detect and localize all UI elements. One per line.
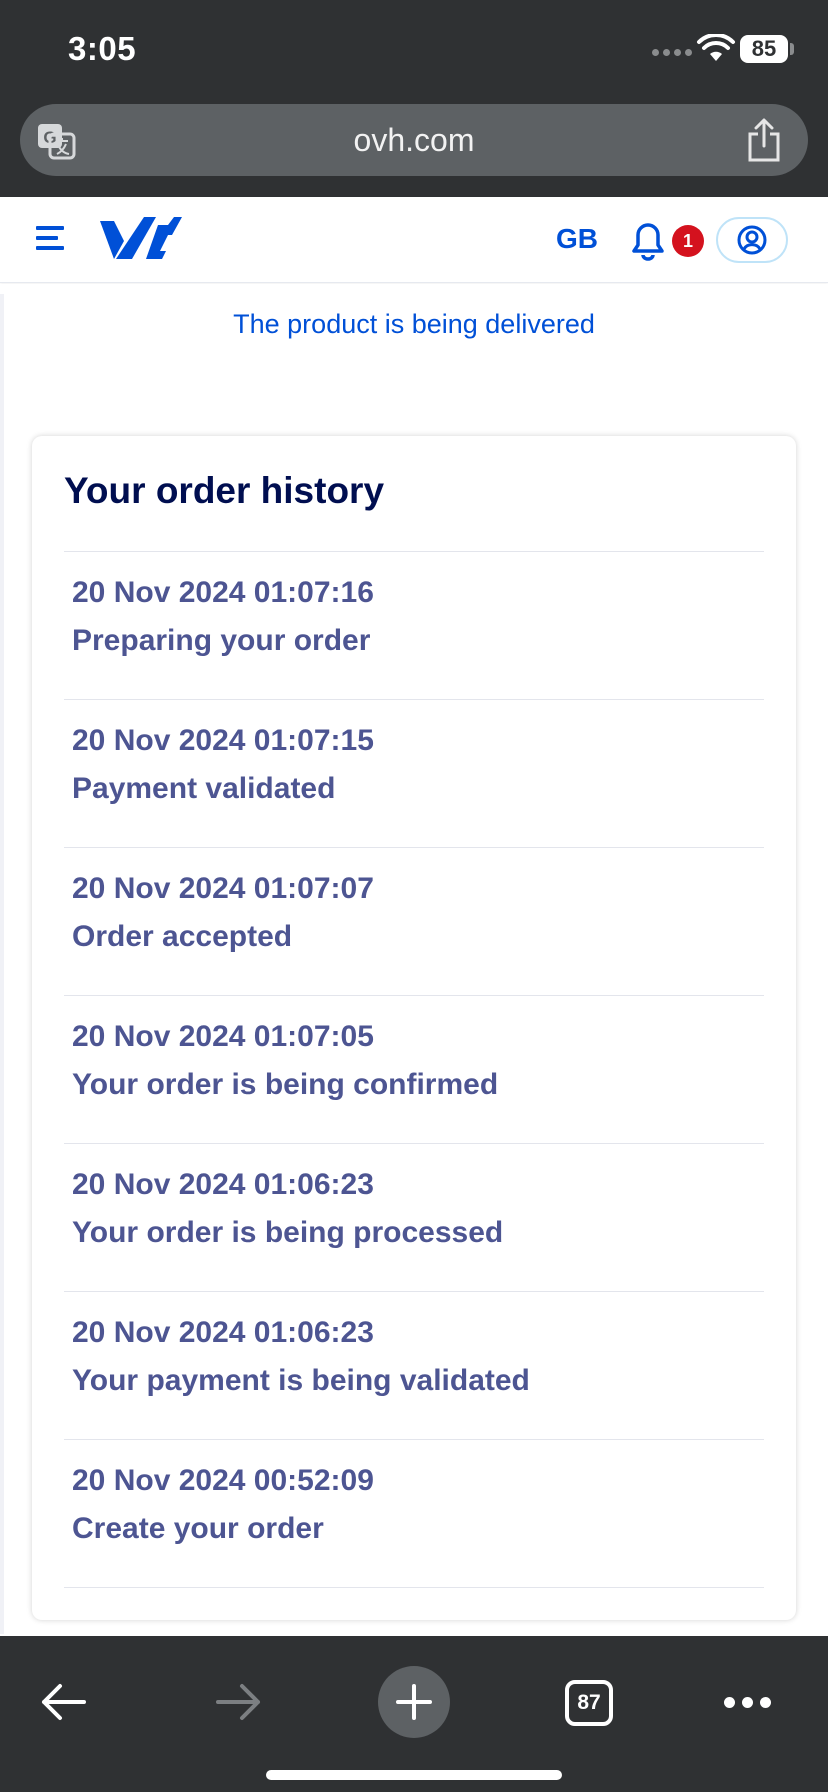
- delivery-status-link[interactable]: The product is being delivered: [0, 309, 828, 340]
- history-date: 20 Nov 2024 01:07:16: [72, 576, 374, 609]
- history-status: Order accepted: [72, 920, 293, 953]
- browser-top-bar: 3:05 85 G ovh.com: [0, 0, 828, 197]
- history-status: Your order is being confirmed: [72, 1068, 499, 1101]
- user-account-icon: [737, 225, 767, 255]
- plus-icon: [396, 1684, 432, 1720]
- history-status: Your order is being processed: [72, 1216, 504, 1249]
- share-icon[interactable]: [746, 118, 782, 162]
- history-item: 20 Nov 2024 00:52:09 Create your order: [64, 1440, 764, 1588]
- order-history-list: 20 Nov 2024 01:07:16 Preparing your orde…: [64, 551, 764, 1588]
- order-history-title: Your order history: [64, 470, 385, 511]
- site-header: GB 1: [0, 197, 828, 283]
- history-status: Preparing your order: [72, 624, 371, 657]
- history-item: 20 Nov 2024 01:07:16 Preparing your orde…: [64, 552, 764, 700]
- url-text[interactable]: ovh.com: [20, 122, 808, 159]
- status-time: 3:05: [68, 30, 137, 67]
- bell-icon[interactable]: [628, 219, 668, 261]
- more-dots-icon[interactable]: [724, 1688, 776, 1716]
- new-tab-button[interactable]: [378, 1666, 450, 1738]
- battery-tip: [790, 43, 794, 55]
- history-item: 20 Nov 2024 01:07:15 Payment validated: [64, 700, 764, 848]
- history-date: 20 Nov 2024 01:06:23: [72, 1168, 374, 1201]
- battery-indicator: 85: [740, 35, 788, 63]
- arrow-right-icon[interactable]: [214, 1682, 262, 1722]
- address-bar[interactable]: G ovh.com: [20, 104, 808, 176]
- notification-badge: 1: [672, 225, 704, 257]
- history-date: 20 Nov 2024 01:06:23: [72, 1316, 374, 1349]
- hamburger-menu-icon[interactable]: [36, 225, 66, 251]
- browser-bottom-bar: 87: [0, 1636, 828, 1792]
- main-content: The product is being delivered Your orde…: [0, 284, 828, 1636]
- history-date: 20 Nov 2024 00:52:09: [72, 1464, 374, 1497]
- account-button[interactable]: [716, 217, 788, 263]
- history-item: 20 Nov 2024 01:07:05 Your order is being…: [64, 996, 764, 1144]
- history-item: 20 Nov 2024 01:07:07 Order accepted: [64, 848, 764, 996]
- history-status: Your payment is being validated: [72, 1364, 530, 1397]
- wifi-icon: [697, 34, 735, 61]
- history-status: Create your order: [72, 1512, 324, 1545]
- history-item: 20 Nov 2024 01:06:23 Your payment is bei…: [64, 1292, 764, 1440]
- history-date: 20 Nov 2024 01:07:07: [72, 872, 374, 905]
- home-indicator: [266, 1770, 562, 1780]
- history-status: Payment validated: [72, 772, 336, 805]
- cellular-signal-icon: [652, 49, 692, 56]
- history-date: 20 Nov 2024 01:07:05: [72, 1020, 374, 1053]
- arrow-left-icon[interactable]: [40, 1682, 88, 1722]
- history-item: 20 Nov 2024 01:06:23 Your order is being…: [64, 1144, 764, 1292]
- language-selector[interactable]: GB: [556, 223, 598, 255]
- history-date: 20 Nov 2024 01:07:15: [72, 724, 374, 757]
- sidebar-edge: [0, 294, 4, 1634]
- order-history-card: Your order history 20 Nov 2024 01:07:16 …: [32, 436, 796, 1620]
- tab-count-button[interactable]: 87: [565, 1680, 613, 1726]
- ovh-logo[interactable]: [98, 215, 182, 263]
